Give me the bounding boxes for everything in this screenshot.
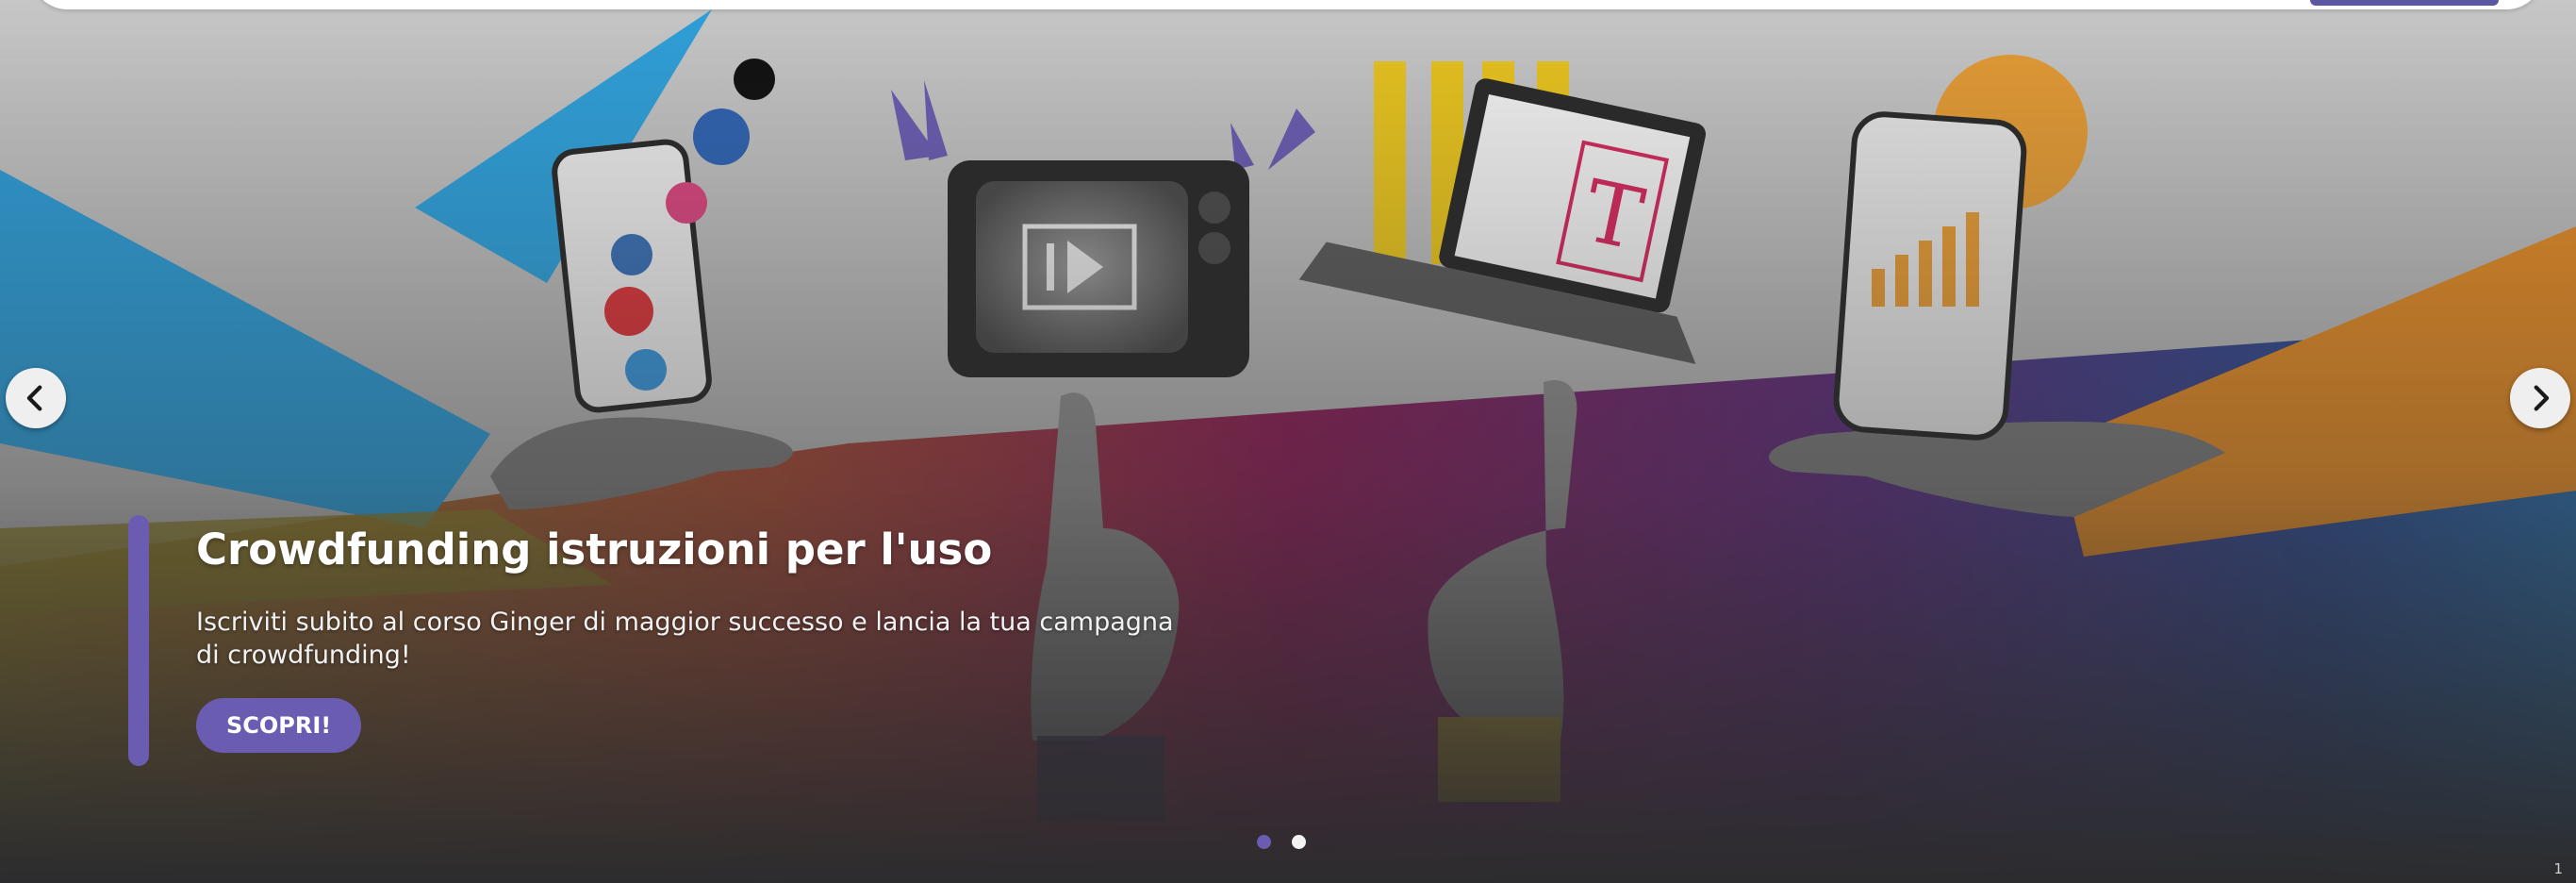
slide-caption: Crowdfunding istruzioni per l'uso Iscriv… [128, 515, 1260, 766]
hero-slider: T Crowdfunding istruzioni per l'uso Iscr… [0, 0, 2576, 883]
chevron-left-icon [26, 385, 42, 411]
header-bar [30, 0, 2544, 9]
carousel-dot-1[interactable] [1257, 835, 1271, 849]
page-number: 1 [2553, 860, 2563, 877]
carousel-dot-2[interactable] [1292, 835, 1306, 849]
header-button[interactable] [2310, 0, 2499, 6]
slide-description: Iscriviti subito al corso Ginger di magg… [196, 608, 1174, 670]
slide-title: Crowdfunding istruzioni per l'uso [196, 525, 993, 575]
carousel-prev-button[interactable] [6, 368, 66, 428]
chevron-right-icon [2534, 385, 2550, 411]
carousel-next-button[interactable] [2510, 368, 2570, 428]
caption-accent-bar [128, 515, 149, 766]
discover-button[interactable]: SCOPRI! [196, 698, 362, 753]
carousel-indicators [1257, 835, 1306, 850]
